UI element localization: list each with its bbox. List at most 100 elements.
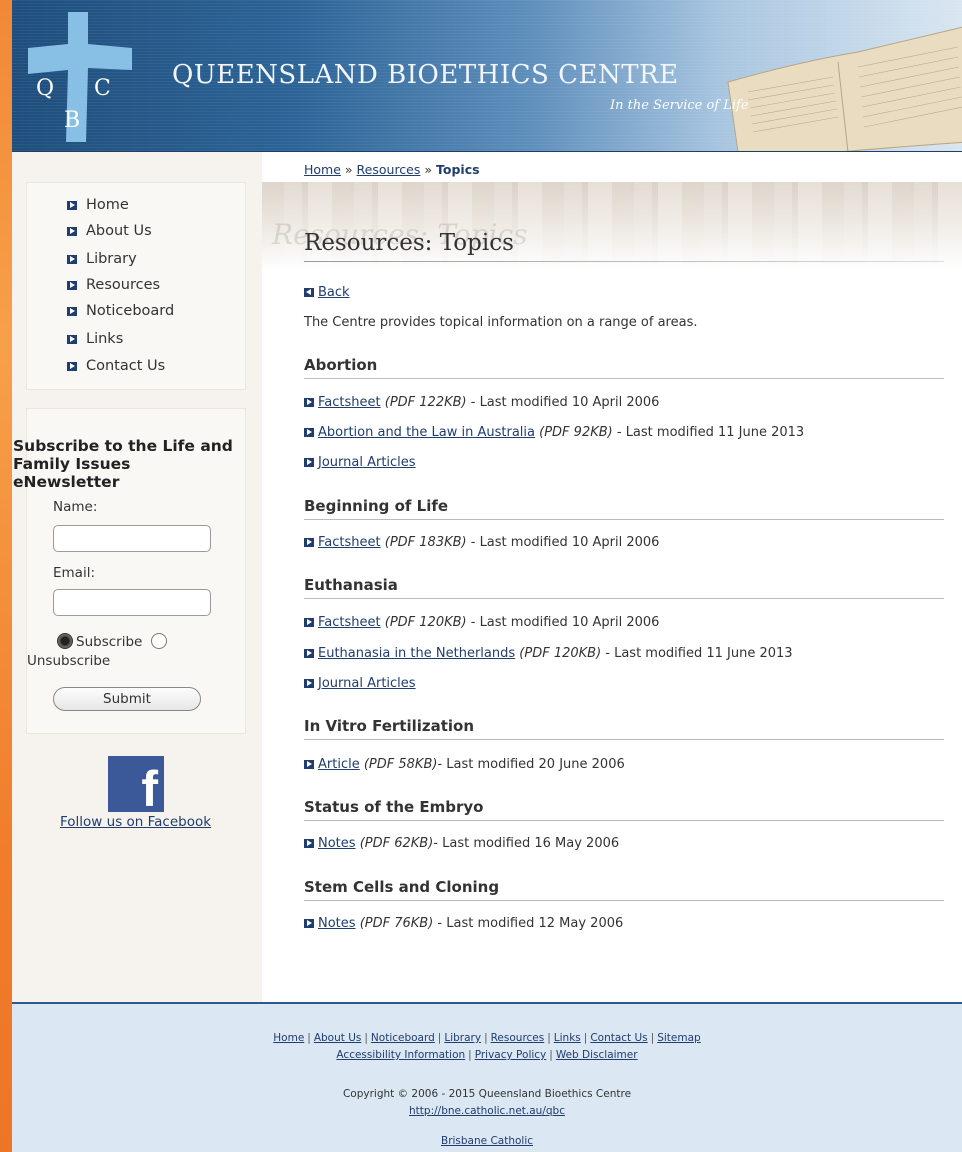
nav-item-label: Noticeboard xyxy=(86,303,175,319)
arrow-bullet-icon xyxy=(67,200,77,210)
resource-link[interactable]: Factsheet xyxy=(318,535,381,550)
site-tagline: In the Service of Life xyxy=(610,98,749,113)
nav-item-label: Library xyxy=(86,251,137,267)
arrow-bullet-icon xyxy=(304,398,314,407)
unsubscribe-radio-label: Unsubscribe xyxy=(27,653,111,669)
resource-link[interactable]: Factsheet xyxy=(318,395,381,410)
nav-item-label: Home xyxy=(86,197,129,213)
resource-item: Factsheet (PDF 122KB) - Last modified 10… xyxy=(304,395,659,410)
footer-separator: | xyxy=(549,1049,553,1061)
section-heading-ivf: In Vitro Fertilization xyxy=(304,717,944,740)
breadcrumb-separator: » xyxy=(344,162,353,177)
section-heading-abortion: Abortion xyxy=(304,356,944,379)
site-header: Q C B Queensland Bioethics Centre In the… xyxy=(12,0,962,152)
section-heading-status-of-embryo: Status of the Embryo xyxy=(304,798,944,821)
nav-item-contact-us[interactable]: Contact Us xyxy=(67,358,165,374)
breadcrumb-home[interactable]: Home xyxy=(304,162,341,177)
name-input[interactable] xyxy=(53,525,211,552)
resource-link[interactable]: Factsheet xyxy=(318,615,381,630)
resource-meta: (PDF 58KB) xyxy=(363,757,438,772)
footer-separator: | xyxy=(307,1032,311,1044)
footer-link-library[interactable]: Library xyxy=(444,1032,481,1044)
footer-org-link[interactable]: Brisbane Catholic xyxy=(441,1135,533,1147)
section-heading-beginning-of-life: Beginning of Life xyxy=(304,497,944,520)
footer-link-privacy[interactable]: Privacy Policy xyxy=(475,1049,547,1061)
resource-item: Euthanasia in the Netherlands (PDF 120KB… xyxy=(304,646,793,661)
footer-link-links[interactable]: Links xyxy=(554,1032,581,1044)
resource-modified: - Last modified 16 May 2006 xyxy=(433,836,620,851)
resource-link[interactable]: Euthanasia in the Netherlands xyxy=(318,646,515,661)
subscribe-radio-label: Subscribe xyxy=(76,634,143,650)
nav-item-noticeboard[interactable]: Noticeboard xyxy=(67,303,174,319)
newsletter-title: Subscribe to the Life and Family Issues … xyxy=(13,437,233,491)
footer-link-accessibility[interactable]: Accessibility Information xyxy=(336,1049,465,1061)
arrow-bullet-icon xyxy=(304,538,314,547)
nav-item-about-us[interactable]: About Us xyxy=(67,223,152,239)
main-nav: Home About Us Library Resources Noticebo… xyxy=(26,182,246,390)
back-link[interactable]: Back xyxy=(304,285,350,300)
nav-item-label: Links xyxy=(86,331,124,347)
breadcrumb-current: Topics xyxy=(436,162,480,177)
resource-modified: - Last modified 10 April 2006 xyxy=(466,535,660,550)
resource-modified: - Last modified 12 May 2006 xyxy=(433,916,624,931)
resource-item: Journal Articles xyxy=(304,455,416,470)
resource-link[interactable]: Journal Articles xyxy=(318,455,416,470)
subscribe-radio[interactable] xyxy=(57,633,73,649)
footer-link-resources[interactable]: Resources xyxy=(491,1032,545,1044)
nav-item-library[interactable]: Library xyxy=(67,251,137,267)
newsletter-signup: Subscribe to the Life and Family Issues … xyxy=(13,408,246,734)
resource-link[interactable]: Notes xyxy=(318,916,356,931)
footer-links-row2: Accessibility Information | Privacy Policy… xyxy=(12,1049,962,1061)
email-input[interactable] xyxy=(53,589,211,616)
footer-link-sitemap[interactable]: Sitemap xyxy=(657,1032,701,1044)
resource-modified: - Last modified 11 June 2013 xyxy=(612,425,805,440)
footer-separator: | xyxy=(650,1032,655,1044)
breadcrumb-resources[interactable]: Resources xyxy=(357,162,421,177)
resource-modified: - Last modified 10 April 2006 xyxy=(466,615,660,630)
footer-separator: | xyxy=(484,1032,488,1044)
footer-url-link[interactable]: http://bne.catholic.net.au/qbc xyxy=(409,1105,565,1117)
facebook-link[interactable]: Follow us on Facebook xyxy=(60,814,211,830)
footer-link-home[interactable]: Home xyxy=(273,1032,304,1044)
footer-link-disclaimer[interactable]: Web Disclaimer xyxy=(556,1049,638,1061)
arrow-bullet-icon xyxy=(304,428,314,437)
resource-link[interactable]: Notes xyxy=(318,836,356,851)
nav-item-home[interactable]: Home xyxy=(67,197,129,213)
arrow-bullet-icon xyxy=(304,618,314,627)
arrow-bullet-icon xyxy=(304,649,314,658)
resource-modified: - Last modified 20 June 2006 xyxy=(437,757,625,772)
nav-item-links[interactable]: Links xyxy=(67,331,123,347)
footer-link-about-us[interactable]: About Us xyxy=(314,1032,362,1044)
arrow-bullet-icon xyxy=(67,280,77,290)
footer-separator: | xyxy=(583,1032,588,1044)
arrow-bullet-icon xyxy=(304,919,314,928)
resource-link[interactable]: Article xyxy=(318,757,360,772)
arrow-bullet-icon xyxy=(67,226,77,236)
footer-url-row: http://bne.catholic.net.au/qbc xyxy=(12,1105,962,1117)
resource-link[interactable]: Abortion and the Law in Australia xyxy=(318,425,535,440)
resource-meta: (PDF 120KB) xyxy=(519,646,602,661)
footer-link-contact-us[interactable]: Contact Us xyxy=(590,1032,647,1044)
resource-link[interactable]: Journal Articles xyxy=(318,676,416,691)
arrow-bullet-icon xyxy=(304,458,314,467)
logo-letter-b: B xyxy=(64,108,81,133)
site-footer: Home | About Us | Noticeboard | Library | Resour… xyxy=(12,1002,962,1152)
footer-copyright: Copyright © 2006 - 2015 Queensland Bioet… xyxy=(342,1088,632,1100)
resource-item: Abortion and the Law in Australia (PDF 9… xyxy=(304,425,804,440)
resource-item: Journal Articles xyxy=(304,676,416,691)
arrow-bullet-icon xyxy=(304,679,314,688)
facebook-icon[interactable]: f xyxy=(108,756,164,812)
nav-item-resources[interactable]: Resources xyxy=(67,277,160,293)
arrow-bullet-icon xyxy=(67,334,77,344)
open-book-icon xyxy=(727,26,962,151)
resource-meta: (PDF 122KB) xyxy=(384,395,467,410)
resource-meta: (PDF 183KB) xyxy=(384,535,467,550)
resource-meta: (PDF 92KB) xyxy=(539,425,613,440)
logo-letter-c: C xyxy=(94,76,111,101)
footer-link-noticeboard[interactable]: Noticeboard xyxy=(371,1032,435,1044)
submit-button[interactable]: Submit xyxy=(53,687,201,711)
intro-text: The Centre provides topical information … xyxy=(304,315,698,330)
page-title: Resources: Topics xyxy=(304,230,514,256)
title-divider xyxy=(304,261,944,262)
unsubscribe-radio[interactable] xyxy=(151,633,167,649)
